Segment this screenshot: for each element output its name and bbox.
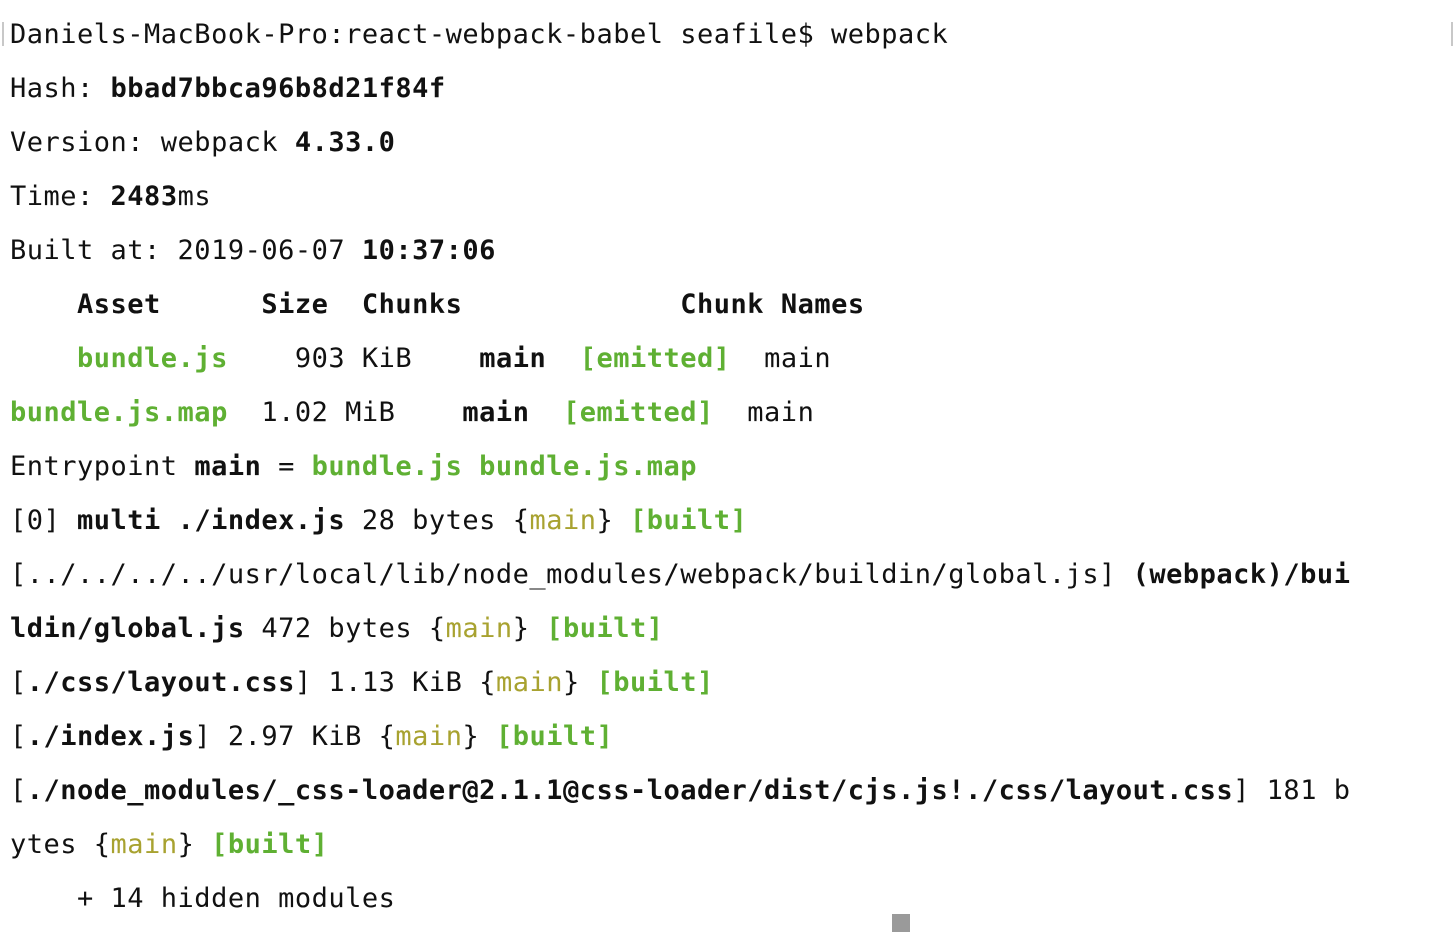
- entrypoint-name: main: [194, 451, 262, 482]
- module-size-cont: ytes: [10, 829, 94, 860]
- asset-chunk-names: main: [764, 343, 832, 374]
- module-built-flag: [built]: [630, 505, 748, 536]
- module-line: [./node_modules/_css-loader@2.1.1@css-lo…: [10, 775, 1351, 806]
- module-chunk: main: [395, 721, 463, 752]
- hash-line: Hash: bbad7bbca96b8d21f84f: [10, 70, 1454, 124]
- time-unit: ms: [177, 181, 212, 212]
- asset-status: [emitted]: [562, 397, 714, 428]
- shell-prompt: Daniels-MacBook-Pro:react-webpack-babel …: [10, 19, 832, 50]
- asset-row: bundle.js 903 KiB main [emitted] main: [10, 340, 1454, 394]
- module-name: multi ./index.js: [77, 505, 346, 536]
- asset-status: [emitted]: [579, 343, 731, 374]
- time-value: 2483: [110, 181, 178, 212]
- module-chunk: main: [529, 505, 597, 536]
- module-size: 28 bytes: [345, 505, 513, 536]
- built-at-label: Built at: 2019-06-07: [10, 235, 362, 266]
- module-chunk: main: [110, 829, 178, 860]
- asset-chunks: main: [479, 343, 547, 374]
- terminal-cursor: [892, 914, 910, 932]
- prompt-line: Daniels-MacBook-Pro:react-webpack-babel …: [10, 16, 1454, 70]
- module-line-wrap: ldin/global.js 472 bytes {main} [built]: [10, 613, 664, 644]
- asset-size: 903 KiB: [294, 343, 413, 374]
- module-size: 472 bytes: [244, 613, 429, 644]
- version-value: 4.33.0: [294, 127, 396, 158]
- header-chunk-names: Chunk Names: [680, 289, 865, 320]
- module-name: ./css/layout.css: [26, 667, 295, 698]
- module-line: [0] multi ./index.js 28 bytes {main} [bu…: [10, 505, 748, 536]
- command-text: webpack: [831, 19, 949, 50]
- module-size: 1.13 KiB: [311, 667, 480, 698]
- asset-size: 1.02 MiB: [261, 397, 396, 428]
- module-line: [./css/layout.css] 1.13 KiB {main} [buil…: [10, 667, 714, 698]
- scroll-marker-right: [1451, 22, 1453, 46]
- module-size: 181 b: [1249, 775, 1351, 806]
- module-line: [../../../../usr/local/lib/node_modules/…: [10, 556, 1454, 610]
- hash-label: Hash:: [10, 73, 111, 104]
- asset-table-header: Asset Size Chunks Chunk Names: [10, 286, 1454, 340]
- entrypoint-eq: =: [261, 451, 312, 482]
- module-size: 2.97 KiB: [211, 721, 379, 752]
- module-built-flag: [built]: [211, 829, 329, 860]
- time-label: Time:: [10, 181, 111, 212]
- module-line-wrap: ytes {main} [built]: [10, 829, 329, 860]
- module-id: [../../../../usr/local/lib/node_modules/…: [10, 559, 1133, 590]
- hidden-modules-line: + 14 hidden modules: [10, 883, 396, 914]
- terminal-window[interactable]: Daniels-MacBook-Pro:react-webpack-babel …: [0, 0, 1454, 934]
- time-line: Time: 2483ms: [10, 178, 1454, 232]
- module-name: ./node_modules/_css-loader@2.1.1@css-loa…: [26, 775, 1234, 806]
- entrypoint-files: bundle.js bundle.js.map: [311, 451, 697, 482]
- asset-chunks: main: [462, 397, 530, 428]
- asset-chunk-names: main: [747, 397, 815, 428]
- asset-name: bundle.js: [77, 343, 228, 374]
- entrypoint-label: Entrypoint: [10, 451, 195, 482]
- header-asset: Asset: [77, 289, 161, 320]
- version-label: Version: webpack: [10, 127, 295, 158]
- version-line: Version: webpack 4.33.0: [10, 124, 1454, 178]
- asset-row: bundle.js.map 1.02 MiB main [emitted] ma…: [10, 394, 1454, 448]
- header-size: Size: [261, 289, 329, 320]
- module-id: [0]: [10, 505, 78, 536]
- asset-name: bundle.js.map: [10, 397, 228, 428]
- module-name-cont: ldin/global.js: [10, 613, 245, 644]
- hash-value: bbad7bbca96b8d21f84f: [110, 73, 446, 104]
- module-chunk: main: [495, 667, 563, 698]
- module-built-flag: [built]: [546, 613, 664, 644]
- module-line: [./index.js] 2.97 KiB {main} [built]: [10, 721, 614, 752]
- scroll-marker-left: [2, 22, 4, 46]
- module-built-flag: [built]: [596, 667, 714, 698]
- module-chunk: main: [445, 613, 513, 644]
- module-name: (webpack)/bui: [1132, 559, 1351, 590]
- built-at-line: Built at: 2019-06-07 10:37:06: [10, 232, 1454, 286]
- module-name: ./index.js: [26, 721, 195, 752]
- entrypoint-line: Entrypoint main = bundle.js bundle.js.ma…: [10, 448, 1454, 502]
- built-at-time: 10:37:06: [361, 235, 496, 266]
- header-chunks: Chunks: [361, 289, 463, 320]
- module-built-flag: [built]: [495, 721, 614, 752]
